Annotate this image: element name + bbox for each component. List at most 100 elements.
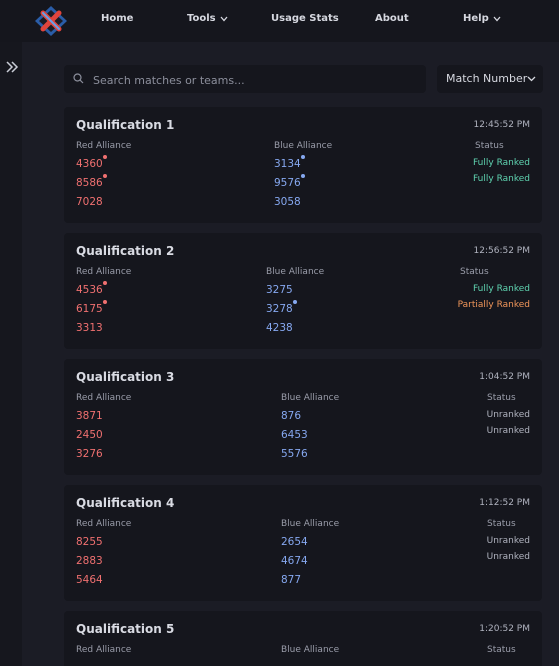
nav-usage-stats[interactable]: Usage Stats (271, 13, 339, 24)
double-chevron-right-icon[interactable] (5, 60, 19, 74)
team-number: 9576 (274, 177, 301, 189)
team-number: 3134 (274, 158, 301, 170)
ranked-dot (103, 155, 107, 159)
blue-team[interactable]: 3275 (266, 284, 293, 296)
match-card[interactable]: Qualification 1 12:45:52 PM Red Alliance… (64, 107, 542, 223)
team-number: 3058 (274, 196, 301, 208)
status-label: Status (487, 519, 516, 529)
blue-team[interactable]: 877 (281, 574, 301, 586)
team-number: 4360 (76, 158, 103, 170)
red-team[interactable]: 3276 (76, 448, 103, 460)
team-number: 3278 (266, 303, 293, 315)
match-time: 1:04:52 PM (479, 372, 530, 382)
blue-alliance-label: Blue Alliance (266, 267, 325, 277)
ranked-dot (301, 155, 305, 159)
blue-team[interactable]: 2654 (281, 536, 308, 548)
match-title: Qualification 5 (76, 622, 175, 636)
team-number: 3313 (76, 322, 103, 334)
blue-team[interactable]: 3058 (274, 196, 301, 208)
blue-alliance-label: Blue Alliance (281, 645, 340, 655)
red-team[interactable]: 3313 (76, 322, 103, 334)
match-time: 1:20:52 PM (479, 624, 530, 634)
status-label: Status (475, 141, 504, 151)
red-team[interactable]: 6175 (76, 300, 107, 315)
team-number: 6453 (281, 429, 308, 441)
sort-select[interactable]: Match Number (437, 65, 543, 93)
red-team[interactable]: 2450 (76, 429, 103, 441)
match-title: Qualification 4 (76, 496, 175, 510)
chevron-down-icon (493, 16, 501, 21)
blue-team[interactable]: 6453 (281, 429, 308, 441)
team-number: 8255 (76, 536, 103, 548)
red-team[interactable]: 8255 (76, 536, 103, 548)
red-team[interactable]: 3871 (76, 410, 103, 422)
blue-team[interactable]: 3134 (274, 155, 305, 170)
blue-team[interactable]: 4674 (281, 555, 308, 567)
red-team[interactable]: 4360 (76, 155, 107, 170)
red-team[interactable]: 5464 (76, 574, 103, 586)
blue-team[interactable]: 9576 (274, 174, 305, 189)
team-number: 3276 (76, 448, 103, 460)
team-number: 2654 (281, 536, 308, 548)
match-title: Qualification 1 (76, 118, 175, 132)
team-number: 2883 (76, 555, 103, 567)
chevron-down-icon (220, 16, 228, 21)
blue-team[interactable]: 5576 (281, 448, 308, 460)
blue-alliance-label: Blue Alliance (274, 141, 333, 151)
nav-help-label: Help (463, 13, 489, 24)
match-title: Qualification 2 (76, 244, 175, 258)
team-number: 876 (281, 410, 302, 422)
search-icon (73, 73, 84, 84)
status-badge: Unranked (486, 552, 530, 562)
team-number: 3275 (266, 284, 293, 296)
nav-home[interactable]: Home (101, 13, 133, 24)
ranked-dot (293, 300, 297, 304)
ranked-dot (103, 174, 107, 178)
red-alliance-label: Red Alliance (76, 393, 132, 403)
match-card[interactable]: Qualification 3 1:04:52 PM Red Alliance … (64, 359, 542, 475)
nav-help[interactable]: Help (463, 13, 501, 24)
match-card[interactable]: Qualification 5 1:20:52 PM Red Alliance … (64, 611, 542, 666)
nav-about[interactable]: About (375, 13, 409, 24)
app-logo[interactable] (34, 5, 68, 37)
match-card[interactable]: Qualification 4 1:12:52 PM Red Alliance … (64, 485, 542, 601)
nav-about-label: About (375, 13, 409, 24)
red-alliance-label: Red Alliance (76, 267, 132, 277)
blue-team[interactable]: 876 (281, 410, 301, 422)
team-number: 4536 (76, 284, 103, 296)
red-team[interactable]: 7028 (76, 196, 103, 208)
team-number: 4238 (266, 322, 293, 334)
team-number: 3871 (76, 410, 103, 422)
team-number: 2450 (76, 429, 103, 441)
team-number: 6175 (76, 303, 103, 315)
status-badge: Unranked (486, 410, 530, 420)
match-time: 12:56:52 PM (473, 246, 530, 256)
sort-select-value: Match Number (446, 72, 528, 85)
red-team[interactable]: 8586 (76, 174, 107, 189)
match-time: 1:12:52 PM (479, 498, 530, 508)
blue-alliance-label: Blue Alliance (281, 519, 340, 529)
status-badge: Partially Ranked (457, 300, 530, 310)
status-badge: Fully Ranked (473, 174, 530, 184)
team-number: 5576 (281, 448, 308, 460)
team-number: 8586 (76, 177, 103, 189)
nav-tools[interactable]: Tools (187, 13, 228, 24)
ranked-dot (103, 300, 107, 304)
top-navbar: Home Tools Usage Stats About Help (0, 0, 559, 42)
search-bar (64, 65, 426, 95)
match-time: 12:45:52 PM (473, 120, 530, 130)
blue-team[interactable]: 4238 (266, 322, 293, 334)
red-alliance-label: Red Alliance (76, 645, 132, 655)
blue-team[interactable]: 3278 (266, 300, 297, 315)
match-card[interactable]: Qualification 2 12:56:52 PM Red Alliance… (64, 233, 542, 349)
status-badge: Unranked (486, 426, 530, 436)
red-alliance-label: Red Alliance (76, 519, 132, 529)
match-title: Qualification 3 (76, 370, 175, 384)
nav-tools-label: Tools (187, 13, 216, 24)
red-team[interactable]: 2883 (76, 555, 103, 567)
chevron-down-icon (527, 76, 536, 82)
search-input[interactable] (91, 65, 415, 95)
red-alliance-label: Red Alliance (76, 141, 132, 151)
ranked-dot (103, 281, 107, 285)
red-team[interactable]: 4536 (76, 281, 107, 296)
